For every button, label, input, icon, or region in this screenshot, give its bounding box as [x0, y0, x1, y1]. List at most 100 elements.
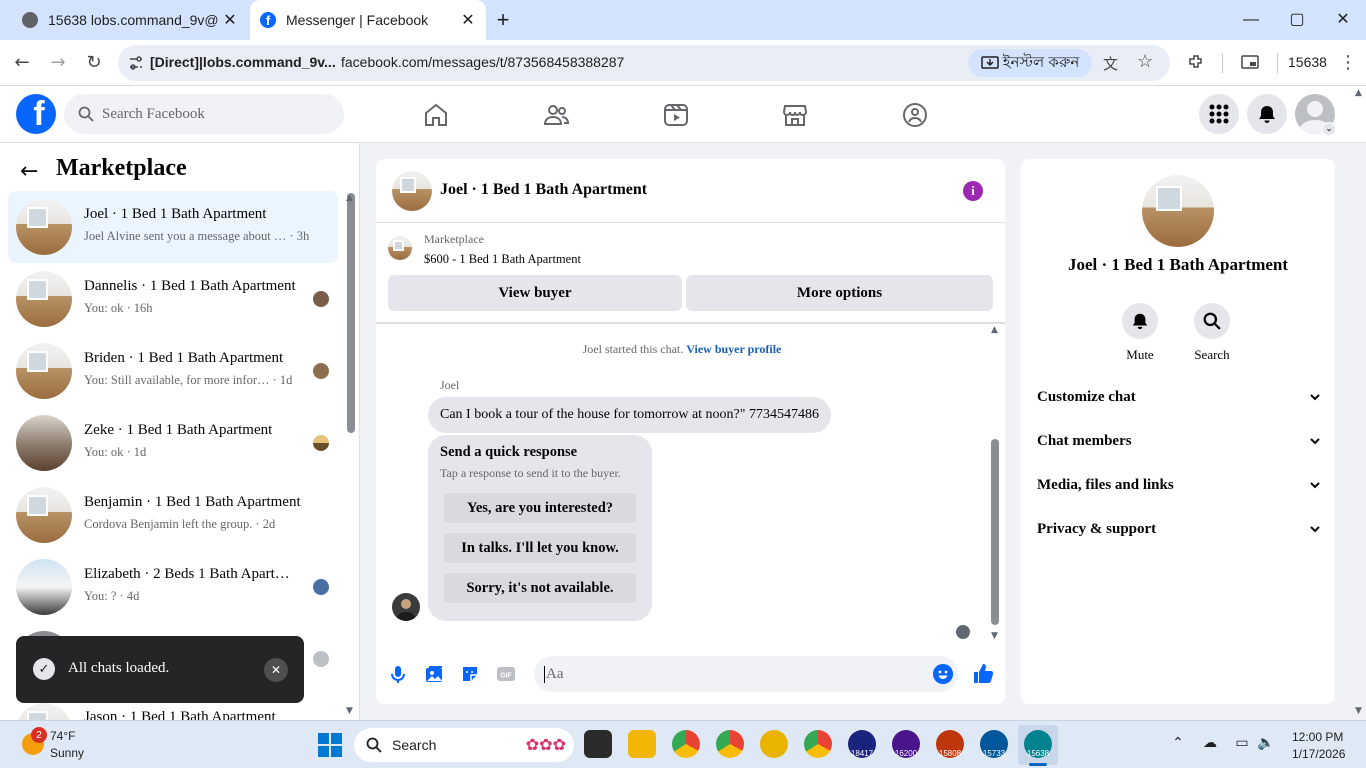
- info-icon[interactable]: i: [963, 181, 983, 201]
- toolbar-divider: [1277, 53, 1278, 73]
- profile-app-icon[interactable]: 15733: [980, 730, 1008, 758]
- taskbar-search[interactable]: Search ✿✿✿: [354, 728, 574, 762]
- mute-button[interactable]: Mute: [1110, 303, 1170, 363]
- chrome-icon[interactable]: [672, 730, 700, 758]
- notifications-button[interactable]: [1247, 94, 1287, 134]
- conversation-item[interactable]: Dannelis · 1 Bed 1 Bath Apartment You: o…: [8, 263, 338, 335]
- conversation-name: Benjamin · 1 Bed 1 Bath Apartment: [84, 494, 301, 510]
- microphone-icon[interactable]: [388, 664, 408, 684]
- install-icon: [980, 56, 999, 69]
- chat-title[interactable]: Joel · 1 Bed 1 Bath Apartment: [440, 181, 647, 199]
- clock-time[interactable]: 12:00 PM: [1292, 730, 1343, 744]
- gif-icon[interactable]: GIF: [496, 664, 516, 684]
- scroll-up-icon[interactable]: ▲: [991, 325, 998, 335]
- section-label: Privacy & support: [1037, 521, 1157, 537]
- browser-menu-icon[interactable]: ⋮: [1336, 50, 1360, 74]
- tab-close-icon[interactable]: ✕: [218, 10, 242, 30]
- thumbs-up-icon[interactable]: [972, 662, 994, 684]
- marketplace-icon[interactable]: [781, 101, 809, 129]
- listing-price[interactable]: $600 - 1 Bed 1 Bath Apartment: [424, 252, 581, 267]
- reload-icon[interactable]: ↻: [82, 50, 106, 74]
- new-tab-button[interactable]: +: [492, 8, 514, 32]
- menu-grid-button[interactable]: [1199, 94, 1239, 134]
- page-scrollbar[interactable]: ▲ ▼: [1352, 86, 1366, 720]
- scroll-up-icon[interactable]: ▲: [346, 193, 353, 203]
- quick-response-option[interactable]: Sorry, it's not available.: [444, 573, 636, 603]
- home-icon[interactable]: [422, 101, 450, 129]
- chevron-down-icon[interactable]: ⌄: [1322, 122, 1336, 136]
- profile-app-icon[interactable]: 15638: [1024, 730, 1052, 758]
- close-window-button[interactable]: ✕: [1329, 6, 1357, 34]
- search-conversation-button[interactable]: Search: [1182, 303, 1242, 363]
- translate-icon[interactable]: 文: [1103, 53, 1118, 74]
- clock-date[interactable]: 1/17/2026: [1292, 747, 1345, 761]
- groups-icon[interactable]: [901, 101, 929, 129]
- search-icon: [366, 737, 382, 753]
- conversation-item[interactable]: Briden · 1 Bed 1 Bath Apartment You: Sti…: [8, 335, 338, 407]
- sender-avatar[interactable]: [392, 593, 420, 621]
- profile-app-icon[interactable]: 18417: [848, 730, 876, 758]
- url-text[interactable]: facebook.com/messages/t/873568458388287: [341, 54, 624, 70]
- file-explorer-icon[interactable]: [628, 730, 656, 758]
- photo-icon[interactable]: [424, 664, 444, 684]
- quick-response-option[interactable]: Yes, are you interested?: [444, 493, 636, 523]
- conversation-item[interactable]: Elizabeth · 2 Beds 1 Bath Apart… You: ? …: [8, 551, 338, 623]
- chrome-profile-icon[interactable]: [804, 730, 832, 758]
- bookmark-star-icon[interactable]: ☆: [1137, 51, 1153, 72]
- friends-icon[interactable]: [542, 101, 570, 129]
- profile-button[interactable]: 15638: [1288, 54, 1327, 70]
- toast-close-button[interactable]: ✕: [264, 658, 288, 682]
- profile-app-icon[interactable]: 15808: [936, 730, 964, 758]
- facebook-header: f Search Facebook ⌄: [0, 86, 1366, 143]
- taskbar-app-icon[interactable]: [584, 730, 612, 758]
- scroll-up-icon[interactable]: ▲: [1355, 88, 1362, 98]
- chat-members-row[interactable]: Chat members: [1037, 433, 1321, 453]
- video-icon[interactable]: [662, 101, 690, 129]
- view-buyer-profile-link[interactable]: View buyer profile: [686, 342, 781, 356]
- privacy-support-row[interactable]: Privacy & support: [1037, 521, 1321, 541]
- scroll-down-icon[interactable]: ▼: [991, 631, 998, 641]
- windows-start-icon[interactable]: [318, 733, 342, 757]
- conversation-item[interactable]: Benjamin · 1 Bed 1 Bath Apartment Cordov…: [8, 479, 338, 551]
- message-input[interactable]: Aa: [534, 656, 958, 692]
- minimize-button[interactable]: —: [1237, 6, 1265, 34]
- profile-app-icon[interactable]: 16200: [892, 730, 920, 758]
- sidebar-scrollbar[interactable]: [347, 193, 355, 433]
- weather-condition[interactable]: Sunny: [50, 746, 84, 760]
- customize-chat-row[interactable]: Customize chat: [1037, 389, 1321, 409]
- chat-scrollbar-thumb[interactable]: [991, 439, 999, 625]
- view-buyer-button[interactable]: View buyer: [388, 275, 682, 311]
- site-settings-icon[interactable]: [128, 55, 144, 71]
- address-bar[interactable]: [Direct]|lobs.command_9v... facebook.com…: [118, 45, 1170, 81]
- back-icon[interactable]: ←: [10, 50, 34, 74]
- media-files-links-row[interactable]: Media, files and links: [1037, 477, 1321, 497]
- facebook-search-input[interactable]: Search Facebook: [64, 94, 344, 134]
- chat-header-thumbnail[interactable]: [392, 171, 432, 211]
- tab-close-icon[interactable]: ✕: [456, 10, 480, 30]
- browser-tab-active[interactable]: f Messenger | Facebook ✕: [250, 0, 486, 40]
- scroll-down-icon[interactable]: ▼: [1355, 706, 1362, 716]
- network-icon[interactable]: ▭: [1232, 735, 1252, 755]
- more-options-button[interactable]: More options: [686, 275, 993, 311]
- chrome-profile-icon[interactable]: [716, 730, 744, 758]
- chevron-up-icon[interactable]: ⌃: [1168, 735, 1188, 755]
- volume-icon[interactable]: 🔈: [1256, 735, 1276, 755]
- browser-tab-inactive[interactable]: 15638 lobs.command_9v@ ✕: [8, 0, 248, 40]
- conversation-item[interactable]: Joel · 1 Bed 1 Bath Apartment Joel Alvin…: [8, 191, 338, 263]
- emoji-icon[interactable]: [933, 664, 953, 684]
- forward-icon[interactable]: →: [46, 50, 70, 74]
- media-cast-icon[interactable]: [1238, 50, 1262, 74]
- conversation-item[interactable]: Zeke · 1 Bed 1 Bath Apartment You: ok · …: [8, 407, 338, 479]
- cloud-offline-icon[interactable]: ☁: [1200, 735, 1220, 755]
- weather-temperature[interactable]: 74°F: [50, 729, 75, 743]
- facebook-logo-icon[interactable]: f: [16, 94, 56, 134]
- quick-response-option[interactable]: In talks. I'll let you know.: [444, 533, 636, 563]
- extensions-icon[interactable]: [1184, 50, 1208, 74]
- back-arrow-icon[interactable]: ←: [20, 159, 38, 184]
- maximize-button[interactable]: ▢: [1283, 6, 1311, 34]
- install-app-button[interactable]: ইনস্টল করুন: [968, 49, 1092, 77]
- svg-text:GIF: GIF: [500, 673, 512, 680]
- scroll-down-icon[interactable]: ▼: [346, 706, 353, 716]
- taskbar-app-icon[interactable]: [760, 730, 788, 758]
- sticker-icon[interactable]: [460, 664, 480, 684]
